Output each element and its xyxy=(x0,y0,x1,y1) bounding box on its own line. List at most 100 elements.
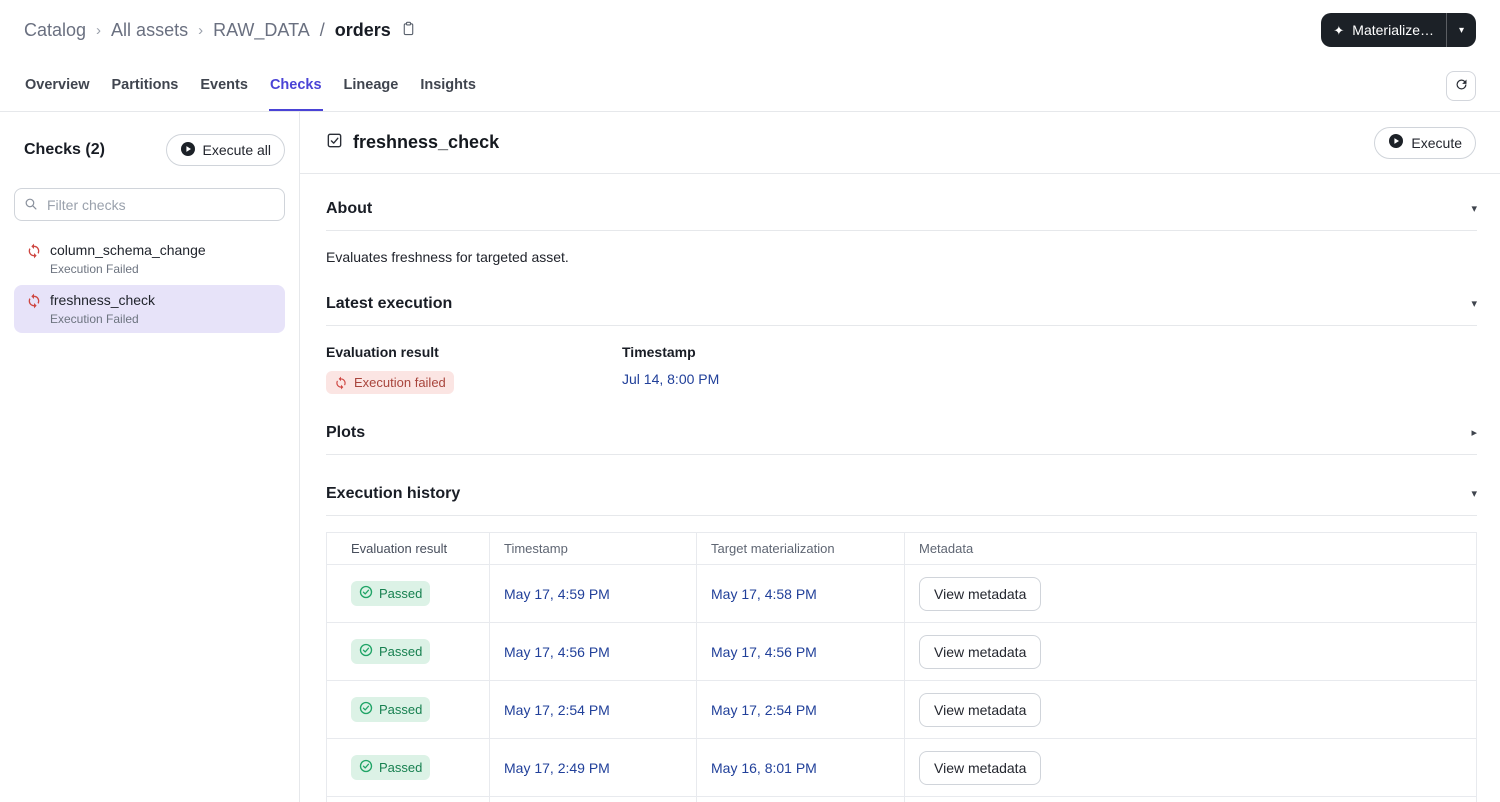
table-row: Passed May 17, 4:56 PM May 17, 4:56 PM V… xyxy=(326,622,1477,681)
check-list: column_schema_change Execution Failed fr… xyxy=(14,235,285,333)
chevron-right-icon: › xyxy=(96,21,102,39)
breadcrumb-catalog[interactable]: Catalog xyxy=(24,20,86,41)
tab-checks[interactable]: Checks xyxy=(268,60,323,111)
timestamp-link[interactable]: May 17, 2:54 PM xyxy=(504,702,610,718)
timestamp-field: Timestamp Jul 14, 8:00 PM xyxy=(622,344,918,394)
check-status: Execution Failed xyxy=(50,312,139,326)
timestamp-link[interactable]: May 17, 2:49 PM xyxy=(504,760,610,776)
view-metadata-button[interactable]: View metadata xyxy=(919,692,1042,727)
sidebar-header: Checks (2) Execute all xyxy=(14,134,285,166)
section-title: Plots xyxy=(326,424,366,441)
check-list-item-freshness-check[interactable]: freshness_check Execution Failed xyxy=(14,285,285,333)
breadcrumb-all-assets[interactable]: All assets xyxy=(111,20,188,41)
asset-check-icon xyxy=(326,132,343,154)
asset-name: orders xyxy=(334,19,391,40)
target-materialization-link[interactable]: May 17, 4:56 PM xyxy=(711,644,817,660)
sync-failed-icon xyxy=(334,376,348,390)
about-section-header[interactable]: About ▾ xyxy=(326,200,1477,231)
badge-label: Passed xyxy=(379,760,423,775)
tab-overview[interactable]: Overview xyxy=(24,60,91,111)
clipboard-icon xyxy=(401,21,416,39)
tab-lineage[interactable]: Lineage xyxy=(343,60,400,111)
materialize-split-button: ✦ Materialize… ▾ xyxy=(1321,13,1476,47)
tab-events[interactable]: Events xyxy=(199,60,249,111)
table-header-row: Evaluation result Timestamp Target mater… xyxy=(326,532,1477,565)
check-list-item-column-schema-change[interactable]: column_schema_change Execution Failed xyxy=(14,235,285,283)
evaluation-result-label: Evaluation result xyxy=(326,344,439,360)
check-circle-icon xyxy=(359,643,373,660)
chevron-right-icon: ▸ xyxy=(1471,426,1477,439)
timestamp-label: Timestamp xyxy=(622,344,696,360)
copy-asset-key-button[interactable] xyxy=(399,19,418,41)
tab-actions xyxy=(1446,60,1476,111)
target-materialization-link[interactable]: May 17, 4:58 PM xyxy=(711,586,817,602)
refresh-icon xyxy=(1454,77,1469,95)
timestamp-link[interactable]: May 17, 4:59 PM xyxy=(504,586,610,602)
target-materialization-link[interactable]: May 16, 8:01 PM xyxy=(711,760,817,776)
sync-failed-icon xyxy=(26,293,42,309)
column-header-evaluation-result: Evaluation result xyxy=(326,532,490,565)
tab-insights[interactable]: Insights xyxy=(419,60,477,111)
refresh-button[interactable] xyxy=(1446,70,1476,101)
check-title: freshness_check xyxy=(353,132,500,152)
section-title: About xyxy=(326,200,373,217)
materialize-dropdown-button[interactable]: ▾ xyxy=(1446,13,1476,47)
sync-failed-icon xyxy=(26,243,42,259)
target-materialization-link[interactable]: May 17, 2:54 PM xyxy=(711,702,817,718)
view-metadata-button[interactable]: View metadata xyxy=(919,576,1042,611)
execute-button[interactable]: Execute xyxy=(1374,126,1476,159)
passed-badge: Passed xyxy=(351,581,431,606)
badge-label: Execution failed xyxy=(354,375,446,390)
check-detail-body: About ▾ Evaluates freshness for targeted… xyxy=(300,174,1500,802)
view-metadata-button[interactable]: View metadata xyxy=(919,634,1042,669)
timestamp-link[interactable]: May 17, 4:56 PM xyxy=(504,644,610,660)
passed-badge: Passed xyxy=(351,639,431,664)
caret-down-icon: ▾ xyxy=(1458,24,1465,36)
chevron-down-icon: ▾ xyxy=(1471,297,1477,310)
check-name: freshness_check xyxy=(50,292,156,308)
path-separator: / xyxy=(319,19,325,40)
passed-badge: Passed xyxy=(351,697,431,722)
view-metadata-button[interactable]: View metadata xyxy=(919,750,1042,785)
check-detail-panel: freshness_check Execute About ▾ Evaluate… xyxy=(300,112,1500,802)
execute-label: Execute xyxy=(1411,134,1462,151)
check-circle-icon xyxy=(359,759,373,776)
play-circle-icon xyxy=(1388,133,1404,152)
materialize-button[interactable]: ✦ Materialize… xyxy=(1321,13,1446,47)
latest-execution-section: Latest execution ▾ Evaluation result Exe… xyxy=(326,295,1477,394)
filter-checks-input[interactable] xyxy=(14,188,285,221)
execute-all-label: Execute all xyxy=(202,142,271,158)
badge-label: Passed xyxy=(379,644,423,659)
execute-all-button[interactable]: Execute all xyxy=(165,134,285,166)
filter-wrap xyxy=(14,188,285,221)
table-row: Passed May 17, 4:59 PM May 17, 4:58 PM V… xyxy=(326,564,1477,623)
check-circle-icon xyxy=(359,585,373,602)
execution-history-section: Execution history ▾ Evaluation result Ti… xyxy=(326,485,1477,802)
check-circle-icon xyxy=(359,701,373,718)
chevron-down-icon: ▾ xyxy=(1471,487,1477,500)
column-header-target-materialization: Target materialization xyxy=(696,532,905,565)
table-row: Passed May 17, 2:49 PM May 16, 8:01 PM V… xyxy=(326,738,1477,797)
about-section: About ▾ Evaluates freshness for targeted… xyxy=(326,200,1477,265)
breadcrumb-key-prefix[interactable]: RAW_DATA xyxy=(213,20,310,41)
plots-section-header[interactable]: Plots ▸ xyxy=(326,424,1477,455)
badge-label: Passed xyxy=(379,586,423,601)
check-detail-header: freshness_check Execute xyxy=(300,112,1500,174)
sparkle-icon: ✦ xyxy=(1333,22,1345,38)
play-circle-icon xyxy=(180,141,196,160)
breadcrumb: Catalog › All assets › RAW_DATA / orders xyxy=(24,19,418,41)
column-header-timestamp: Timestamp xyxy=(489,532,697,565)
content-area: Checks (2) Execute all Filter checks col… xyxy=(0,112,1500,802)
tab-partitions[interactable]: Partitions xyxy=(111,60,180,111)
execution-history-header[interactable]: Execution history ▾ xyxy=(326,485,1477,516)
table-row-partial xyxy=(326,796,1477,802)
sidebar-title: Checks (2) xyxy=(24,141,105,158)
about-description: Evaluates freshness for targeted asset. xyxy=(326,249,569,265)
latest-execution-header[interactable]: Latest execution ▾ xyxy=(326,295,1477,326)
column-header-metadata: Metadata xyxy=(904,532,1477,565)
execution-history-table: Evaluation result Timestamp Target mater… xyxy=(326,532,1477,802)
materialize-label: Materialize… xyxy=(1352,22,1434,38)
chevron-right-icon: › xyxy=(198,21,204,39)
latest-timestamp-link[interactable]: Jul 14, 8:00 PM xyxy=(622,371,719,387)
plots-section: Plots ▸ xyxy=(326,424,1477,455)
